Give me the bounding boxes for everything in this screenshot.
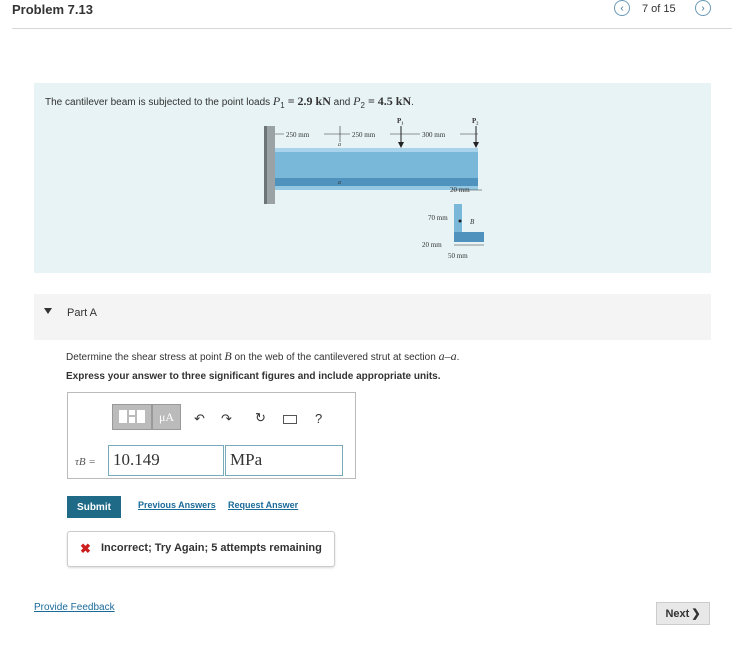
reset-icon[interactable]: ↻ bbox=[255, 410, 266, 426]
previous-answers-link[interactable]: Previous Answers bbox=[138, 500, 216, 510]
p2-value: = 4.5 kN bbox=[364, 94, 412, 108]
p1-arrow-head bbox=[398, 142, 404, 148]
question-end: . bbox=[456, 352, 460, 363]
beam-bottom-edge bbox=[275, 186, 478, 190]
beam-highlight bbox=[275, 148, 478, 152]
statement-text: The cantilever beam is subjected to the … bbox=[45, 97, 273, 108]
header-divider bbox=[12, 28, 732, 29]
and-text: and bbox=[330, 97, 354, 108]
flange-thickness-label: 20 mm bbox=[450, 186, 470, 194]
part-a-header[interactable] bbox=[34, 294, 711, 340]
submit-button[interactable]: Submit bbox=[67, 496, 121, 518]
beam-bottom bbox=[275, 178, 478, 186]
next-problem-button[interactable]: › bbox=[695, 0, 711, 16]
section-a-top: a bbox=[338, 142, 341, 148]
beam-top-flange bbox=[275, 148, 478, 178]
p2-symbol: P bbox=[353, 94, 361, 108]
problem-counter: 7 of 15 bbox=[642, 3, 676, 15]
web-thickness-label: 20 mm bbox=[422, 241, 442, 249]
period-text: . bbox=[411, 97, 414, 108]
p2-arrow-head bbox=[473, 142, 479, 148]
dim1-label: 250 mm bbox=[286, 131, 310, 139]
width-label: 50 mm bbox=[448, 252, 468, 260]
p1-label: P₁ bbox=[397, 117, 403, 125]
question-suffix: on the web of the cantilevered strut at … bbox=[231, 352, 439, 363]
chevron-right-icon: › bbox=[701, 2, 705, 14]
answer-variable-label: τB = bbox=[75, 456, 96, 468]
undo-icon[interactable]: ↶ bbox=[194, 411, 205, 427]
templates-button[interactable] bbox=[112, 404, 152, 430]
dim3-label: 300 mm bbox=[422, 131, 446, 139]
question-text: Determine the shear stress at point B on… bbox=[66, 349, 459, 364]
next-button[interactable]: Next ❯ bbox=[656, 602, 710, 625]
point-b-label: B bbox=[470, 218, 475, 226]
p1-value: = 2.9 kN bbox=[284, 94, 331, 108]
chevron-right-icon: ❯ bbox=[691, 608, 701, 620]
part-label: Part A bbox=[67, 307, 97, 319]
request-answer-link[interactable]: Request Answer bbox=[228, 500, 298, 510]
prev-problem-button[interactable]: ‹ bbox=[614, 0, 630, 16]
chevron-left-icon: ‹ bbox=[620, 2, 624, 14]
beam-figure: 250 mm 250 mm 300 mm P₁ P₂ a a 20 mm B 7… bbox=[264, 117, 484, 260]
instruction-text: Express your answer to three significant… bbox=[66, 371, 441, 382]
question-section: a–a bbox=[438, 349, 457, 363]
templates-icon bbox=[119, 410, 145, 423]
question-prefix: Determine the shear stress at point bbox=[66, 352, 225, 363]
next-label: Next bbox=[665, 607, 690, 620]
feedback-message: Incorrect; Try Again; 5 attempts remaini… bbox=[101, 542, 322, 554]
point-b-marker bbox=[458, 219, 462, 223]
page-title: Problem 7.13 bbox=[12, 2, 93, 17]
wall-edge bbox=[264, 126, 267, 204]
dim2-label: 250 mm bbox=[352, 131, 376, 139]
answer-units-input[interactable]: MPa bbox=[225, 445, 343, 476]
p2-label: P₂ bbox=[472, 117, 478, 125]
section-a-bottom: a bbox=[338, 180, 341, 186]
wall-support bbox=[266, 126, 275, 204]
help-button[interactable]: ? bbox=[315, 411, 322, 426]
collapse-caret-icon[interactable] bbox=[44, 308, 52, 314]
section-flange bbox=[454, 232, 484, 242]
question-point: B bbox=[224, 349, 232, 363]
height-label: 70 mm bbox=[428, 214, 448, 222]
redo-icon[interactable]: ↷ bbox=[221, 411, 232, 427]
keyboard-icon[interactable] bbox=[283, 415, 297, 424]
provide-feedback-link[interactable]: Provide Feedback bbox=[34, 602, 115, 613]
x-icon: ✖ bbox=[80, 541, 91, 556]
answer-value-input[interactable]: 10.149 bbox=[108, 445, 224, 476]
problem-statement: The cantilever beam is subjected to the … bbox=[45, 94, 414, 110]
units-button[interactable]: μA bbox=[152, 404, 181, 430]
